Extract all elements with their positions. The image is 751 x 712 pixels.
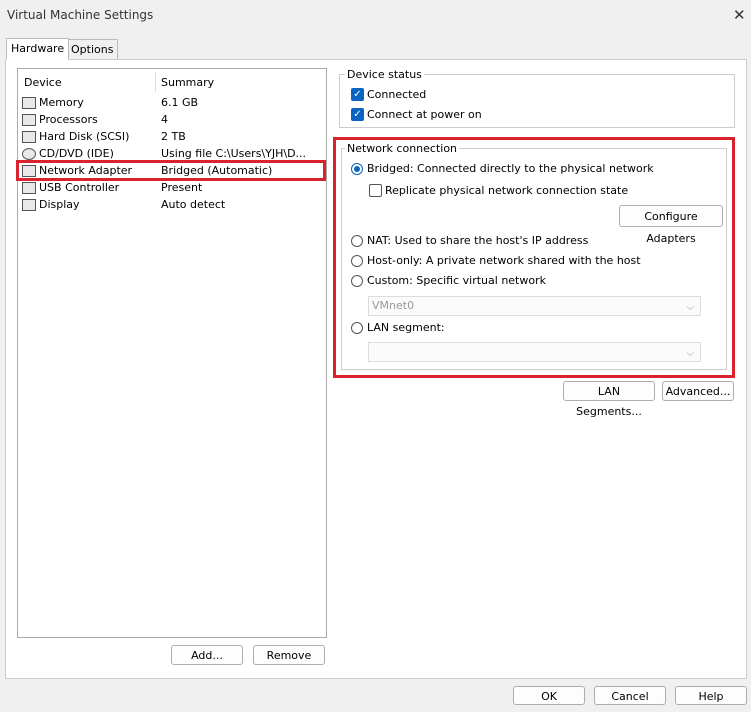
window-title: Virtual Machine Settings — [7, 8, 154, 22]
remove-button[interactable]: Remove — [253, 645, 325, 665]
device-name: Display — [39, 198, 80, 211]
device-row-usb[interactable]: USB Controller Present — [22, 179, 322, 196]
connect-at-power-on-label[interactable]: Connect at power on — [367, 108, 482, 121]
device-name: Hard Disk (SCSI) — [39, 130, 130, 143]
close-icon[interactable]: ✕ — [733, 6, 746, 24]
help-button[interactable]: Help — [675, 686, 747, 705]
processor-icon — [22, 114, 36, 126]
device-name: USB Controller — [39, 181, 120, 194]
column-divider — [155, 72, 156, 92]
connected-checkbox[interactable]: ✓ — [351, 88, 364, 101]
connected-label[interactable]: Connected — [367, 88, 426, 101]
connect-at-power-on-checkbox[interactable]: ✓ — [351, 108, 364, 121]
memory-icon — [22, 97, 36, 109]
device-summary: Present — [161, 181, 203, 194]
usb-icon — [22, 182, 36, 194]
cancel-button[interactable]: Cancel — [594, 686, 666, 705]
ok-button[interactable]: OK — [513, 686, 585, 705]
display-icon — [22, 199, 36, 211]
device-row-display[interactable]: Display Auto detect — [22, 196, 322, 213]
summary-column-header[interactable]: Summary — [161, 76, 214, 89]
device-name: Memory — [39, 96, 84, 109]
advanced-button[interactable]: Advanced... — [662, 381, 734, 401]
device-row-processors[interactable]: Processors 4 — [22, 111, 322, 128]
lan-segments-button[interactable]: LAN Segments... — [563, 381, 655, 418]
hard-disk-icon — [22, 131, 36, 143]
device-summary: Auto detect — [161, 198, 226, 211]
cd-dvd-icon — [22, 148, 36, 160]
tab-options[interactable]: Options — [66, 39, 119, 60]
device-row-hard-disk[interactable]: Hard Disk (SCSI) 2 TB — [22, 128, 322, 145]
device-summary: 4 — [161, 113, 168, 126]
device-name: Processors — [39, 113, 98, 126]
device-column-header[interactable]: Device — [24, 76, 62, 89]
device-name: CD/DVD (IDE) — [39, 147, 114, 160]
device-row-memory[interactable]: Memory 6.1 GB — [22, 94, 322, 111]
device-status-legend: Device status — [345, 68, 424, 81]
network-adapter-highlight — [16, 160, 326, 181]
device-summary: 2 TB — [161, 130, 186, 143]
tab-hardware[interactable]: Hardware — [6, 38, 70, 60]
device-summary: 6.1 GB — [161, 96, 199, 109]
add-button[interactable]: Add... — [171, 645, 243, 665]
network-connection-highlight — [333, 137, 735, 378]
